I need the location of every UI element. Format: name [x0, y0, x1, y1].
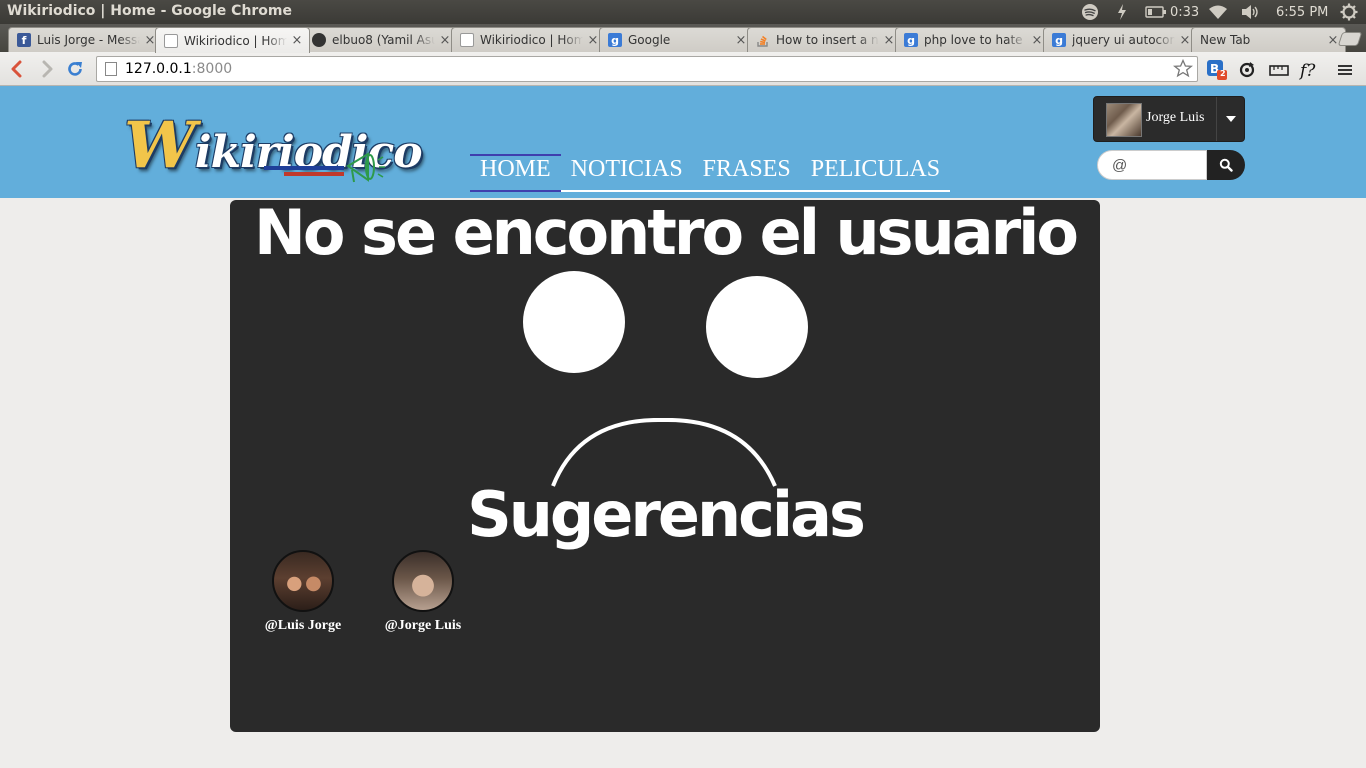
browser-toolbar: 127.0.0.1:8000 B 2 f?	[0, 52, 1366, 86]
suggestions-heading: Sugerencias	[467, 478, 866, 551]
megaphone-icon	[346, 152, 385, 183]
stackoverflow-icon	[756, 33, 770, 47]
battery-icon	[1145, 6, 1166, 18]
settings-gear-icon[interactable]	[1340, 3, 1358, 21]
avatar[interactable]	[272, 550, 334, 612]
google-icon: g	[1052, 33, 1066, 47]
suggested-user-name[interactable]: @Jorge Luis	[363, 618, 483, 634]
tab-title: How to insert a new	[776, 33, 879, 47]
error-title: No se encontro el usuario	[253, 196, 1079, 269]
tab-title: jquery ui autocomplete	[1072, 33, 1175, 47]
tab-github[interactable]: elbuo8 (Yamil Asusta) ×	[303, 27, 458, 52]
close-icon[interactable]: ×	[1031, 33, 1043, 48]
bookmark-star-icon[interactable]	[1172, 58, 1194, 83]
caret-down-icon	[1226, 116, 1236, 122]
extension-fx-icon[interactable]: f?	[1298, 59, 1320, 81]
close-icon[interactable]: ×	[883, 33, 895, 48]
nav-home[interactable]: HOME	[470, 154, 561, 192]
sad-face-right-eye	[706, 276, 808, 378]
forward-button[interactable]	[36, 58, 58, 80]
close-icon[interactable]: ×	[291, 33, 303, 48]
suggested-user[interactable]: @Luis Jorge	[243, 550, 363, 634]
extension-badge: 2	[1220, 69, 1226, 78]
wifi-icon[interactable]	[1208, 3, 1228, 21]
forward-arrow-icon	[42, 60, 53, 78]
logo-underline-blue	[264, 166, 344, 170]
user-menu-button[interactable]: Jorge Luis	[1093, 96, 1245, 142]
google-icon: g	[608, 33, 622, 47]
tab-google-jquery[interactable]: g jquery ui autocomplete ×	[1043, 27, 1198, 52]
search-button[interactable]	[1207, 150, 1245, 180]
page-icon	[164, 33, 178, 48]
tab-title: elbuo8 (Yamil Asusta)	[332, 33, 435, 47]
volume-icon[interactable]	[1240, 3, 1260, 21]
back-button[interactable]	[6, 58, 28, 80]
logo-underline-red	[284, 172, 344, 176]
main-navigation: HOME NOTICIAS FRASES PELICULAS	[470, 154, 951, 192]
facebook-icon: f	[17, 33, 31, 47]
tab-title: Wikiriodico | Home	[480, 33, 583, 47]
url-host: 127.0.0.1	[125, 61, 192, 77]
battery-indicator[interactable]: 0:33	[1145, 3, 1199, 21]
github-icon	[312, 33, 326, 47]
battery-time: 0:33	[1170, 4, 1200, 20]
tab-title: Wikiriodico | Home	[184, 33, 287, 48]
back-arrow-icon	[11, 60, 22, 78]
nav-frases[interactable]: FRASES	[693, 154, 801, 190]
browser-tab-strip: f Luis Jorge - Messages × Wikiriodico | …	[0, 24, 1366, 53]
clock[interactable]: 6:55 PM	[1276, 3, 1328, 21]
user-menu-dropdown-toggle[interactable]	[1216, 97, 1244, 141]
logo-initial: W	[124, 108, 196, 183]
site-header: Wikiriodico HOME NOTICIAS FRASES PELICUL…	[0, 86, 1366, 198]
reload-icon	[68, 62, 82, 76]
extension-ruler-icon[interactable]	[1268, 59, 1290, 81]
menu-icon[interactable]	[1334, 59, 1356, 81]
tab-title: Google	[628, 33, 671, 47]
suggested-user-name[interactable]: @Luis Jorge	[243, 618, 363, 634]
tab-new-tab[interactable]: New Tab ×	[1191, 27, 1346, 52]
tab-stackoverflow[interactable]: How to insert a new ×	[747, 27, 902, 52]
content-panel: No se encontro el usuario Sugerencias @L…	[230, 196, 1100, 732]
svg-text:f?: f?	[1298, 61, 1316, 80]
avatar[interactable]	[392, 550, 454, 612]
tab-google-php[interactable]: g php love to hate ×	[895, 27, 1050, 52]
sad-face-left-eye	[523, 271, 625, 373]
user-name: Jorge Luis	[1146, 110, 1205, 125]
site-logo[interactable]: Wikiriodico	[116, 102, 423, 188]
tab-title: php love to hate	[924, 33, 1023, 47]
google-icon: g	[904, 33, 918, 47]
tab-facebook-messages[interactable]: f Luis Jorge - Messages ×	[8, 27, 163, 52]
reload-button[interactable]	[64, 58, 86, 80]
window-title: Wikiriodico | Home - Google Chrome	[7, 3, 293, 19]
search-icon	[1219, 158, 1233, 172]
os-top-bar: Wikiriodico | Home - Google Chrome 0:33 …	[0, 0, 1366, 24]
close-icon[interactable]: ×	[735, 33, 747, 48]
url-port: :8000	[191, 61, 233, 77]
tab-title: Luis Jorge - Messages	[37, 33, 140, 47]
tab-google[interactable]: g Google ×	[599, 27, 754, 52]
user-search-input[interactable]	[1097, 150, 1207, 180]
avatar	[1106, 103, 1142, 137]
page-icon	[460, 33, 474, 47]
logo-rest: ikiriodico	[194, 127, 423, 178]
spotify-icon[interactable]	[1080, 3, 1100, 21]
nav-noticias[interactable]: NOTICIAS	[561, 154, 693, 190]
extension-sync-icon[interactable]	[1236, 59, 1258, 81]
address-bar[interactable]: 127.0.0.1:8000	[96, 56, 1198, 82]
tab-title: New Tab	[1200, 33, 1251, 47]
tab-wikiriodico[interactable]: Wikiriodico | Home ×	[451, 27, 606, 52]
extension-b-icon[interactable]: B 2	[1206, 59, 1228, 81]
close-icon[interactable]: ×	[439, 33, 451, 48]
power-icon[interactable]	[1115, 3, 1129, 21]
clock-text: 6:55 PM	[1276, 4, 1329, 20]
close-icon[interactable]: ×	[1327, 33, 1339, 48]
close-icon[interactable]: ×	[1179, 33, 1191, 48]
nav-peliculas[interactable]: PELICULAS	[801, 154, 950, 190]
close-icon[interactable]: ×	[587, 33, 599, 48]
tab-wikiriodico-active[interactable]: Wikiriodico | Home ×	[155, 27, 310, 53]
suggested-user[interactable]: @Jorge Luis	[363, 550, 483, 634]
page-icon	[105, 62, 117, 76]
